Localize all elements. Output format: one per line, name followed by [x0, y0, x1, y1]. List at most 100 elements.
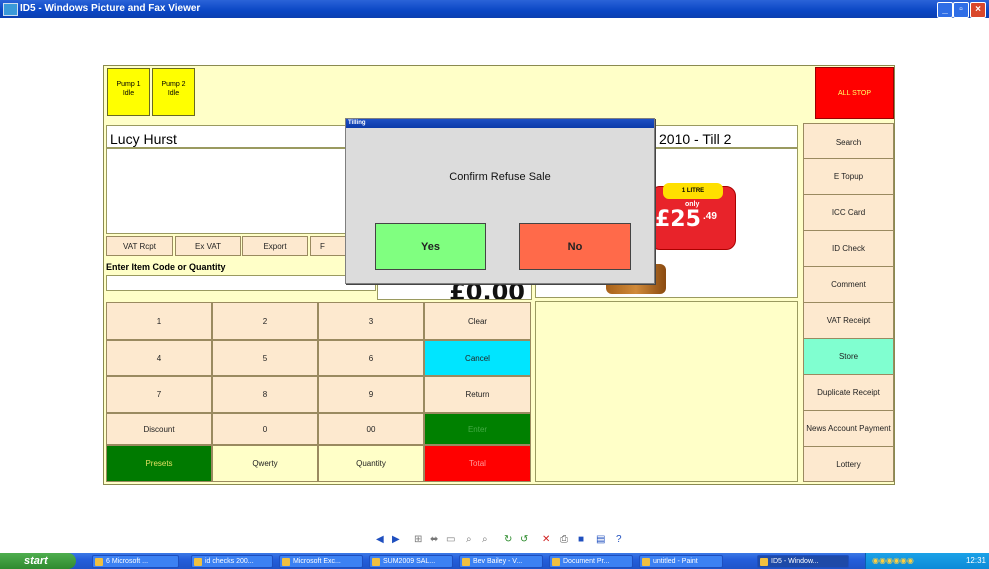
taskbar-item[interactable]: Microsoft Exc... — [279, 555, 363, 568]
lottery-button[interactable]: Lottery — [803, 446, 894, 482]
info-panel — [535, 301, 798, 482]
rotate-counterclockwise-icon[interactable]: ↺ — [520, 534, 528, 545]
open-editor-icon[interactable]: ▤ — [596, 534, 605, 545]
e-topup-button[interactable]: E Topup — [803, 158, 894, 195]
print-icon[interactable]: ⎙ — [560, 534, 568, 545]
taskbar-item[interactable]: Bev Bailey - V... — [459, 555, 543, 568]
window-title-bar: ID5 - Windows Picture and Fax Viewer _ ▫… — [0, 0, 989, 18]
delete-icon[interactable]: ✕ — [542, 534, 550, 545]
start-button[interactable]: start — [0, 553, 76, 569]
discount-button[interactable]: Discount — [106, 413, 212, 445]
task-label: Bev Bailey - V... — [473, 558, 523, 565]
vat-receipt-button[interactable]: VAT Receipt — [803, 302, 894, 339]
promo-pence: .49 — [703, 211, 717, 222]
ex-vat-button[interactable]: Ex VAT — [175, 236, 241, 256]
qwerty-button[interactable]: Qwerty — [212, 445, 318, 482]
task-label: Document Pr... — [563, 558, 610, 565]
news-account-payment-button[interactable]: News Account Payment — [803, 410, 894, 447]
operator-name: Lucy Hurst — [106, 125, 372, 148]
slideshow-icon[interactable]: ▭ — [446, 534, 455, 545]
price-badge: 1 LITRE only £25 .49 — [650, 183, 736, 250]
key-3[interactable]: 3 — [318, 302, 424, 340]
enter-button[interactable]: Enter — [424, 413, 531, 445]
task-label: ID5 - Window... — [771, 558, 819, 565]
minimize-icon[interactable]: _ — [937, 2, 953, 18]
actual-size-icon[interactable]: ⬌ — [430, 534, 438, 545]
previous-image-icon[interactable]: ◀ — [376, 534, 384, 545]
tray-icons: ◉◉◉◉◉◉ — [872, 556, 914, 565]
task-label: id checks 200... — [205, 558, 254, 565]
all-stop-button[interactable]: ALL STOP — [815, 67, 894, 119]
store-button[interactable]: Store — [803, 338, 894, 375]
excel-icon — [372, 558, 380, 566]
word-icon — [194, 558, 202, 566]
pump-1-button[interactable]: Pump 1 Idle — [107, 68, 150, 116]
key-4[interactable]: 4 — [106, 340, 212, 376]
entry-label: Enter Item Code or Quantity — [106, 262, 226, 272]
presets-button[interactable]: Presets — [106, 445, 212, 482]
dialog-message: Confirm Refuse Sale — [449, 171, 551, 183]
duplicate-receipt-button[interactable]: Duplicate Receipt — [803, 374, 894, 411]
pump-2-button[interactable]: Pump 2 Idle — [152, 68, 195, 116]
viewer-icon — [760, 558, 768, 566]
key-8[interactable]: 8 — [212, 376, 318, 413]
taskbar-item[interactable]: 6 Microsoft ... — [92, 555, 179, 568]
icc-card-button[interactable]: ICC Card — [803, 194, 894, 231]
excel-icon — [282, 558, 290, 566]
key-2[interactable]: 2 — [212, 302, 318, 340]
comment-button[interactable]: Comment — [803, 266, 894, 303]
promo-size: 1 LITRE — [663, 183, 723, 199]
browser-icon — [462, 558, 470, 566]
key-00[interactable]: 00 — [318, 413, 424, 445]
key-9[interactable]: 9 — [318, 376, 424, 413]
next-image-icon[interactable]: ▶ — [392, 534, 400, 545]
task-label: Microsoft Exc... — [293, 558, 341, 565]
yes-button[interactable]: Yes — [375, 223, 486, 270]
f-button[interactable]: F — [310, 236, 346, 256]
pump-2-status: Idle — [167, 90, 180, 97]
close-icon[interactable]: × — [970, 2, 986, 18]
vat-rcpt-button[interactable]: VAT Rcpt — [106, 236, 173, 256]
taskbar-item[interactable]: id checks 200... — [191, 555, 273, 568]
id-check-button[interactable]: ID Check — [803, 230, 894, 267]
rotate-clockwise-icon[interactable]: ↻ — [504, 534, 512, 545]
clear-button[interactable]: Clear — [424, 302, 531, 340]
return-button[interactable]: Return — [424, 376, 531, 413]
zoom-out-icon[interactable]: ⌕ — [482, 534, 488, 545]
help-icon[interactable]: ? — [616, 534, 622, 545]
pump-2-label: Pump 2 — [161, 81, 186, 88]
taskbar-item[interactable]: SUM2009 SAL... — [369, 555, 453, 568]
zoom-in-icon[interactable]: ⌕ — [466, 534, 472, 545]
key-5[interactable]: 5 — [212, 340, 318, 376]
taskbar-item[interactable]: Document Pr... — [549, 555, 633, 568]
best-fit-icon[interactable]: ⊞ — [414, 534, 422, 545]
window-title: ID5 - Windows Picture and Fax Viewer — [20, 3, 201, 14]
viewer-app-icon — [3, 3, 18, 16]
total-button[interactable]: Total — [424, 445, 531, 482]
save-icon[interactable]: ■ — [578, 534, 584, 545]
taskbar-item[interactable]: untitled - Paint — [639, 555, 723, 568]
key-6[interactable]: 6 — [318, 340, 424, 376]
key-7[interactable]: 7 — [106, 376, 212, 413]
cancel-button[interactable]: Cancel — [424, 340, 531, 376]
search-button[interactable]: Search — [803, 123, 894, 161]
till-header: 2010 - Till 2 — [655, 125, 798, 148]
task-label: 6 Microsoft ... — [106, 558, 149, 565]
document-icon — [552, 558, 560, 566]
pump-1-label: Pump 1 — [116, 81, 141, 88]
quantity-button[interactable]: Quantity — [318, 445, 424, 482]
no-button[interactable]: No — [519, 223, 631, 270]
clock: 12:31 — [965, 556, 986, 565]
key-0[interactable]: 0 — [212, 413, 318, 445]
key-1[interactable]: 1 — [106, 302, 212, 340]
maximize-icon[interactable]: ▫ — [953, 2, 969, 18]
taskbar-item-active[interactable]: ID5 - Window... — [757, 555, 849, 568]
office-icon — [95, 558, 103, 566]
task-label: untitled - Paint — [653, 558, 698, 565]
paint-icon — [642, 558, 650, 566]
task-label: SUM2009 SAL... — [383, 558, 436, 565]
export-button[interactable]: Export — [242, 236, 308, 256]
dialog-title: Tilling — [346, 119, 654, 128]
item-code-input[interactable] — [106, 275, 376, 291]
start-label: start — [24, 555, 48, 567]
